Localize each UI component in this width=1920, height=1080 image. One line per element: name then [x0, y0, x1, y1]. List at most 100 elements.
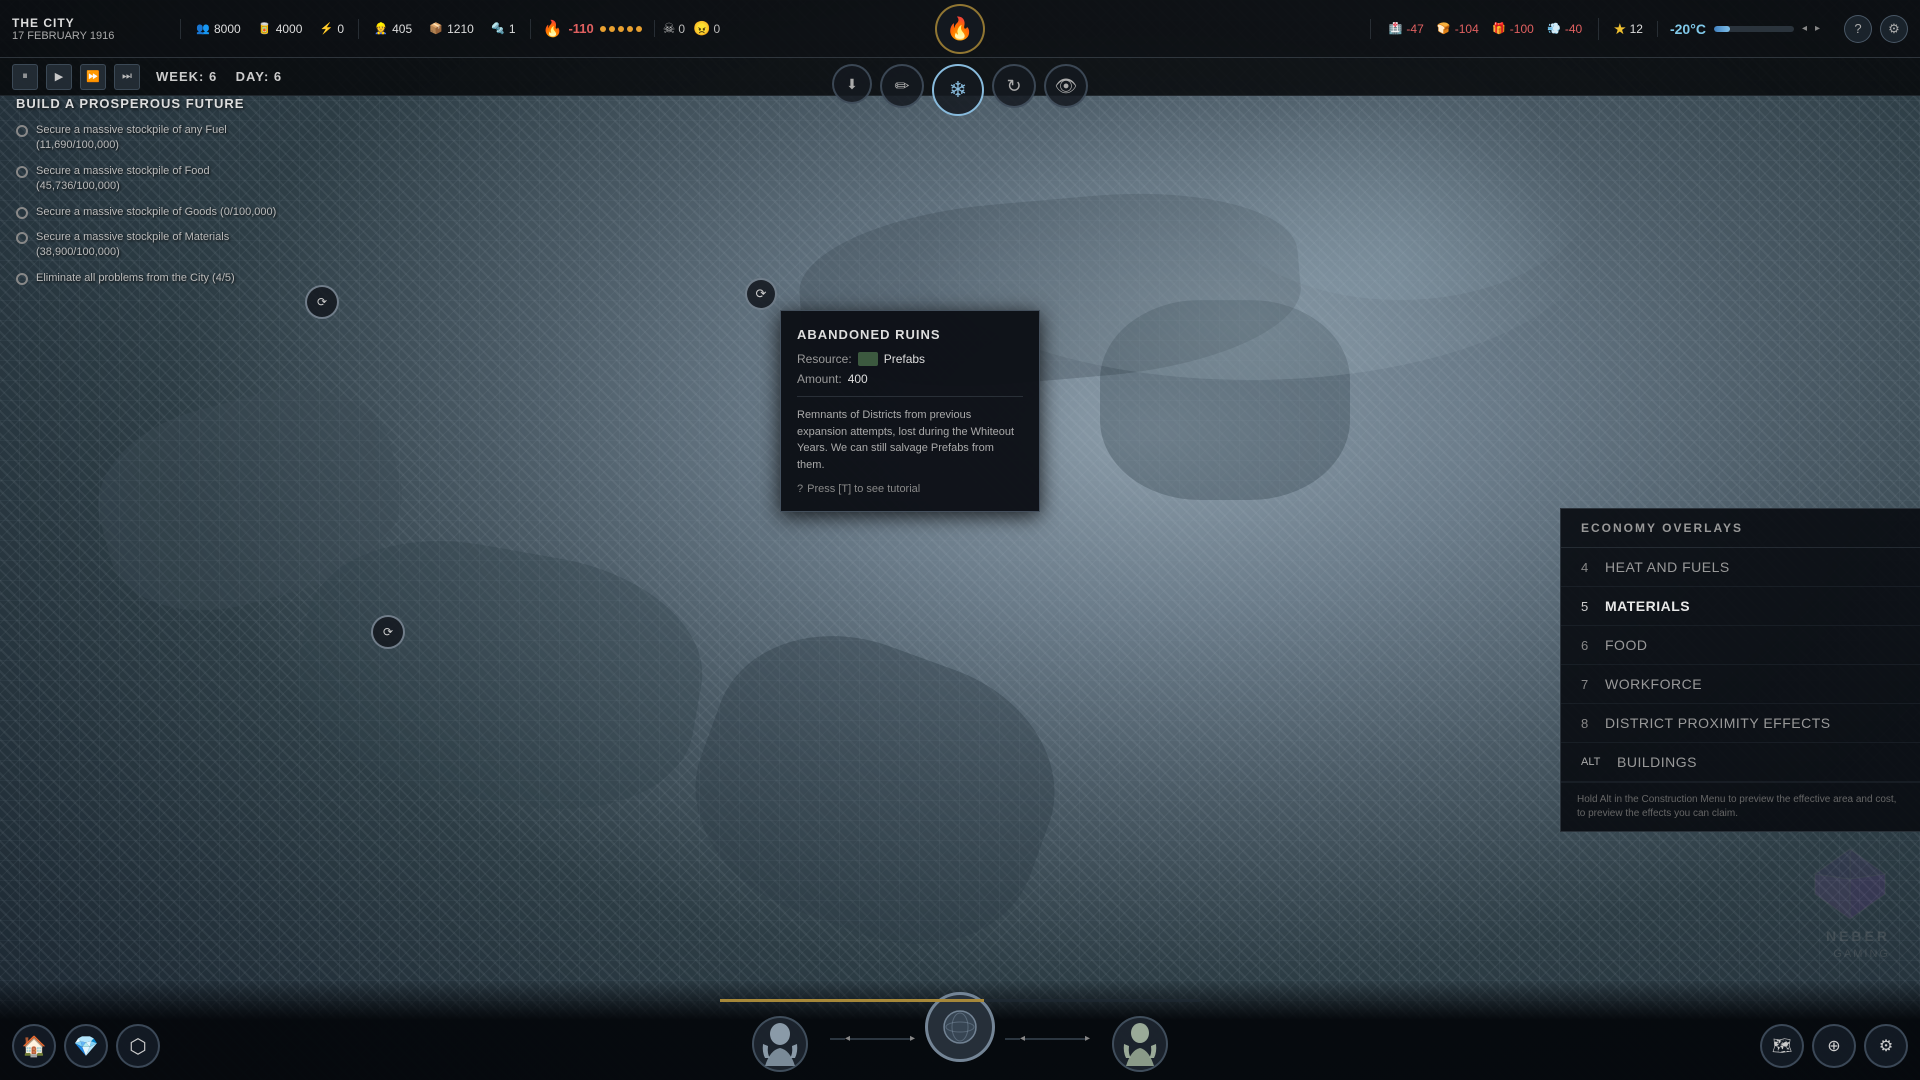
week-value: 6 — [209, 69, 217, 84]
economy-number-materials: 5 — [1581, 599, 1605, 614]
economy-item-workforce[interactable]: 7 WORKFORCE — [1561, 665, 1920, 704]
workers-icon: 👷 — [373, 21, 389, 37]
watermark: NEBER GAMING — [1810, 844, 1890, 960]
star-value: 12 — [1630, 22, 1643, 36]
goods-icon: 🎁 — [1491, 21, 1507, 37]
bottom-right-icon-2[interactable]: ⊕ — [1812, 1024, 1856, 1068]
prefabs-resource: 🔩 1 — [484, 19, 522, 39]
economy-item-heat[interactable]: 4 HEAT AND FUELS — [1561, 548, 1920, 587]
resources-group-2: 👷 405 📦 1210 🔩 1 — [358, 19, 529, 39]
characters-container: ◂ ▸ ◂ ▸ — [730, 992, 1190, 1072]
economy-header: ECONOMY OVERLAYS — [1561, 509, 1920, 548]
economy-item-food[interactable]: 6 FOOD — [1561, 626, 1920, 665]
temp-scale-right: ▸ — [1815, 23, 1820, 34]
week-label: WEEK: — [156, 69, 204, 84]
population-resource: 👥 8000 — [189, 19, 247, 39]
city-info: THE CITY 17 FEBRUARY 1916 — [0, 12, 180, 46]
nav-recycle-button[interactable]: ↻ — [992, 64, 1036, 108]
connector-left-middle — [850, 1038, 910, 1040]
objective-circle-5 — [16, 273, 28, 285]
day-value: 6 — [274, 69, 282, 84]
resources-group-1: 👥 8000 🥫 4000 ⚡ 0 — [180, 19, 358, 39]
economy-label-heat: HEAT AND FUELS — [1605, 559, 1900, 575]
heat-bar[interactable]: 🔥 -110 — [530, 19, 654, 39]
ruins-icon[interactable]: ⟳ — [745, 278, 777, 310]
map-icon-left[interactable]: ⟳ — [371, 615, 405, 649]
fastest-button[interactable]: ⏭ — [114, 64, 140, 90]
tooltip-prefabs-icon — [858, 352, 878, 366]
connector-right-middle — [1025, 1038, 1085, 1040]
population-value: 8000 — [214, 22, 241, 36]
economy-hint-text: Hold Alt in the Construction Menu to pre… — [1561, 782, 1920, 831]
day-label: DAY: — [236, 69, 270, 84]
objectives-panel: BUILD A PROSPEROUS FUTURE Secure a massi… — [16, 96, 296, 296]
watermark-diamond — [1810, 844, 1890, 924]
character-figure-left — [760, 1022, 800, 1066]
materials-icon: 📦 — [428, 21, 444, 37]
center-button[interactable] — [925, 992, 995, 1062]
objective-item-3: Secure a massive stockpile of Goods (0/1… — [16, 205, 296, 220]
materials-value: 1210 — [447, 22, 474, 36]
nav-eye-button[interactable]: 👁 — [1044, 64, 1088, 108]
population-icon: 👥 — [195, 21, 211, 37]
objective-item-2: Secure a massive stockpile of Food (45,7… — [16, 164, 296, 195]
economy-item-materials[interactable]: 5 MATERIALS — [1561, 587, 1920, 626]
bottom-right-icon-1[interactable]: 🗺 — [1760, 1024, 1804, 1068]
map-icon-ruins[interactable]: ⟳ — [305, 285, 339, 319]
connector-right-line — [1005, 1038, 1020, 1040]
objective-text-3: Secure a massive stockpile of Goods (0/1… — [36, 205, 276, 220]
tooltip-resource-row: Resource: Prefabs — [797, 352, 1023, 366]
temperature-fill — [1714, 26, 1730, 32]
settings-button[interactable]: ⚙ — [1880, 15, 1908, 43]
watermark-studio-text: NEBER — [1810, 928, 1890, 944]
temperature-value: -20°C — [1670, 21, 1706, 37]
economy-item-buildings[interactable]: ALT BUILDINGS — [1561, 743, 1920, 782]
character-slot-right[interactable] — [1090, 992, 1190, 1072]
economy-number-workforce: 7 — [1581, 677, 1605, 692]
food-icon: 🥫 — [257, 21, 273, 37]
fast-forward-button[interactable]: ⏩ — [80, 64, 106, 90]
health-icon: 🏥 — [1387, 21, 1403, 37]
top-right-icons: ? ⚙ — [1832, 15, 1920, 43]
character-figure-right — [1120, 1022, 1160, 1066]
objective-text-4: Secure a massive stockpile of Materials … — [36, 230, 296, 261]
heat-dot-1 — [600, 26, 606, 32]
materials-resource: 📦 1210 — [422, 19, 480, 39]
nav-snowflake-button[interactable]: ❄ — [932, 64, 984, 116]
connector-left: ◂ ▸ — [830, 1033, 915, 1044]
economy-label-buildings: BUILDINGS — [1617, 754, 1900, 770]
nav-down-button[interactable]: ⬇ — [832, 64, 872, 104]
tooltip-hint: ? Press [T] to see tutorial — [797, 483, 1023, 495]
help-button[interactable]: ? — [1844, 15, 1872, 43]
tooltip-hint-text: Press [T] to see tutorial — [807, 483, 920, 495]
steam-value: -40 — [1565, 22, 1582, 36]
goods-resource: 🎁 -100 — [1485, 19, 1540, 39]
objective-circle-4 — [16, 232, 28, 244]
economy-number-district: 8 — [1581, 716, 1605, 731]
temp-scale-left: ◂ — [1802, 23, 1807, 34]
temperature-display: -20°C ◂ ▸ — [1657, 21, 1832, 37]
economy-number-buildings: ALT — [1581, 756, 1617, 768]
bottom-icon-1[interactable]: 🏠 — [12, 1024, 56, 1068]
bottom-icon-3[interactable]: ⬡ — [116, 1024, 160, 1068]
character-avatar-left — [752, 1016, 808, 1072]
ruins-marker[interactable]: ⟳ — [745, 278, 777, 310]
objective-item-5: Eliminate all problems from the City (4/… — [16, 271, 296, 286]
watermark-type-text: GAMING — [1810, 948, 1890, 960]
play-button[interactable]: ▶ — [46, 64, 72, 90]
bottom-right-icon-3[interactable]: ⚙ — [1864, 1024, 1908, 1068]
objective-text-2: Secure a massive stockpile of Food (45,7… — [36, 164, 296, 195]
objective-circle-1 — [16, 125, 28, 137]
bottom-right-icons: 🗺 ⊕ ⚙ — [1760, 1024, 1908, 1068]
question-icon: ? — [797, 483, 803, 495]
tooltip-amount-row: Amount: 400 — [797, 372, 1023, 386]
discontent-status: 😠 0 — [693, 20, 720, 37]
flame-button[interactable]: 🔥 — [935, 4, 985, 54]
character-slot-left[interactable] — [730, 992, 830, 1072]
pause-button[interactable]: ⏸ — [12, 64, 38, 90]
economy-item-district[interactable]: 8 DISTRICT PROXIMITY EFFECTS — [1561, 704, 1920, 743]
bottom-icon-2[interactable]: 💎 — [64, 1024, 108, 1068]
nav-edit-button[interactable]: ✏ — [880, 64, 924, 108]
tooltip-amount-label: Amount: — [797, 372, 842, 386]
right-resources: 🏥 -47 🍞 -104 🎁 -100 💨 -40 — [1370, 19, 1598, 39]
